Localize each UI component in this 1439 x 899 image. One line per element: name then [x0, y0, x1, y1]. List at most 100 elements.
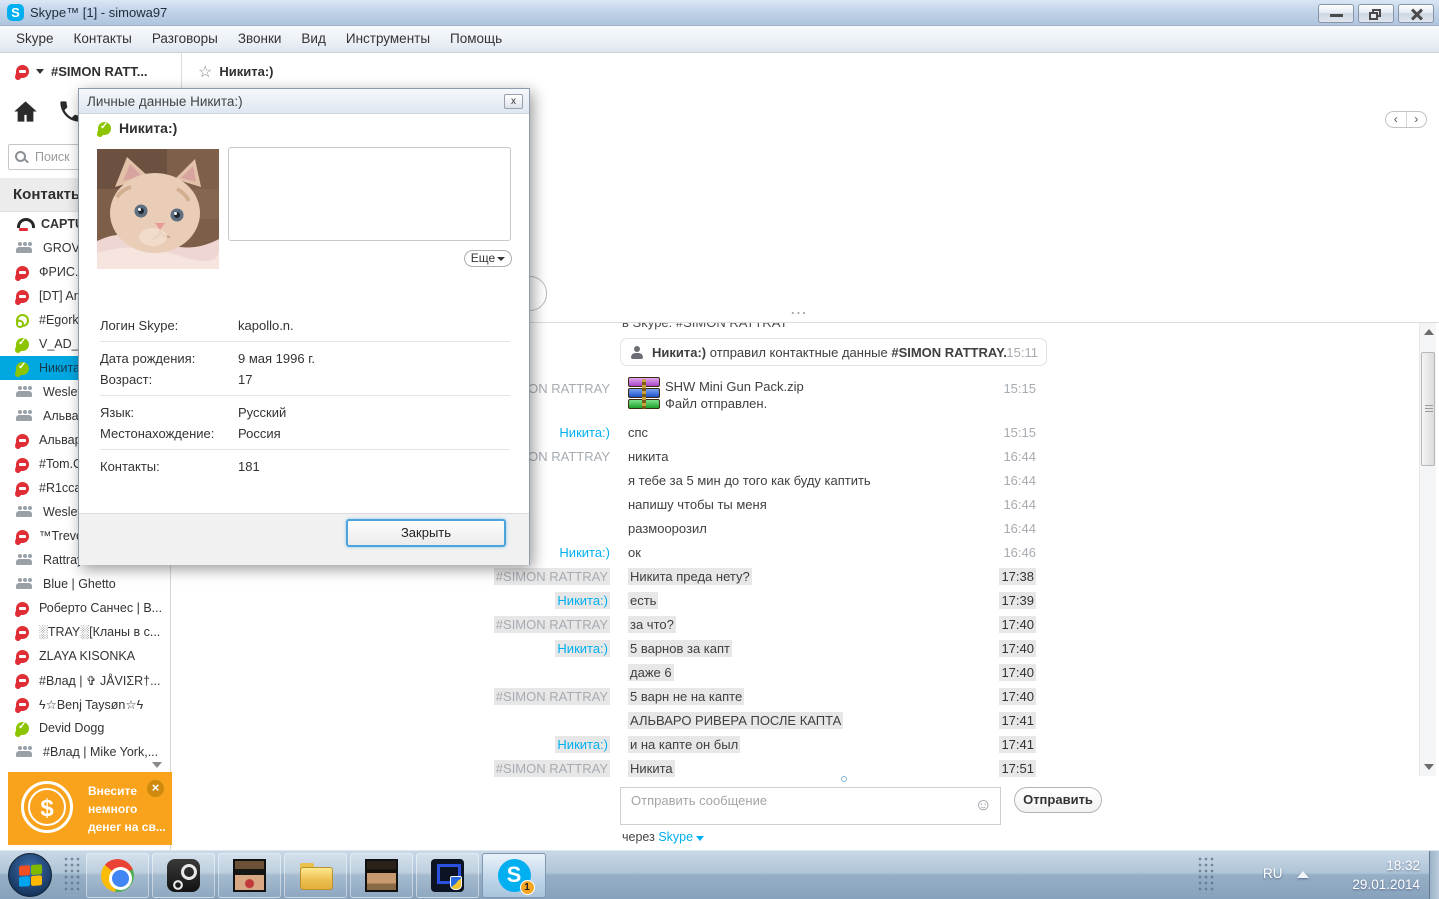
profile-fields: Логин Skype: kapollo.n. Дата рождения: 9 ма… — [100, 315, 510, 477]
taskbar-button-steam[interactable] — [152, 853, 215, 898]
emoticon-picker-icon[interactable]: ☺ — [975, 795, 992, 815]
message-text: я тебе за 5 мин до того как буду каптить — [628, 473, 871, 488]
message-text: есть — [628, 592, 659, 609]
field-value: 9 мая 1996 г. — [238, 351, 315, 366]
taskbar: S1 RU 18:32 29.01.2014 — [0, 850, 1439, 899]
contact-row[interactable]: ░TRAY░[Кланы в с... — [0, 620, 170, 644]
contact-name: #Влад | Mike York,... — [43, 745, 159, 759]
menu-item[interactable]: Вид — [291, 26, 335, 52]
scroll-down-icon[interactable] — [1424, 764, 1434, 770]
file-name[interactable]: SHW Mini Gun Pack.zip — [665, 379, 804, 394]
contact-row[interactable]: ✓ Devid Dogg — [0, 716, 170, 740]
chat-scrollbar[interactable] — [1419, 323, 1436, 776]
folder-icon — [299, 859, 333, 892]
contact-name: Никита — [39, 361, 80, 375]
contact-row[interactable]: ZLAYA KISONKA — [0, 644, 170, 668]
nav-forward-button[interactable]: › — [1407, 112, 1427, 127]
tab-conversation-1[interactable]: ☆ Никита:) — [182, 53, 289, 90]
message-time: 17:39 — [999, 592, 1036, 609]
offline-status-icon — [16, 313, 29, 327]
photo2-icon — [365, 859, 398, 892]
menu-item[interactable]: Контакты — [64, 26, 142, 52]
caret-down-icon[interactable] — [696, 836, 705, 841]
avatar — [97, 149, 219, 269]
field-label: Логин Skype: — [100, 318, 179, 333]
caret-down-icon — [36, 69, 44, 74]
via-skype-link[interactable]: Skype — [658, 830, 693, 844]
contact-row[interactable]: #Влад | ✞ JÅVIΣR†... — [0, 668, 170, 692]
mood-message-box[interactable] — [228, 147, 511, 241]
contact-name: ZLAYA KISONKA — [39, 649, 136, 663]
tab-conversation-0[interactable]: #SIMON RATT... — [0, 53, 182, 90]
more-button[interactable]: Еще — [464, 250, 512, 267]
contact-row[interactable]: ϟ☆Benj Taysøn☆ϟ — [0, 692, 170, 716]
skype-logo-icon: S — [7, 4, 24, 21]
message-sender: Никита:) — [555, 592, 610, 609]
scroll-thumb[interactable] — [1421, 352, 1435, 466]
home-button[interactable] — [12, 98, 39, 134]
minimize-button[interactable] — [1318, 4, 1354, 23]
nav-back-button[interactable]: ‹ — [1386, 112, 1407, 127]
file-status: Файл отправлен. — [665, 396, 768, 411]
message-time: 15:15 — [1003, 425, 1036, 440]
message-sender: #SIMON RATTRAY — [493, 568, 610, 585]
menu-item[interactable]: Помощь — [440, 26, 512, 52]
message-input-box[interactable]: ☺ — [620, 787, 1001, 825]
contact-row[interactable]: Blue | Ghetto — [0, 572, 170, 596]
show-desktop-button[interactable] — [1429, 851, 1439, 899]
start-button[interactable] — [8, 853, 52, 897]
field-label: Контакты: — [100, 459, 160, 474]
message-time: 17:40 — [999, 616, 1036, 633]
contacts-scroll-down-icon[interactable] — [152, 762, 162, 768]
message-time: 17:40 — [999, 688, 1036, 705]
send-button[interactable]: Отправить — [1014, 787, 1102, 813]
field-value: Русский — [238, 405, 287, 420]
taskbar-button-photo2[interactable] — [350, 853, 413, 898]
contact-name: ϟ☆Benj Taysøn☆ϟ — [39, 697, 144, 712]
taskbar-button-chrome[interactable] — [86, 853, 149, 898]
message-input[interactable] — [629, 792, 949, 809]
title-bar: S Skype™ [1] - simowa97 — [0, 0, 1439, 26]
history-divider-dots[interactable]: ... — [791, 302, 808, 317]
ad-close-icon[interactable]: × — [147, 780, 164, 797]
credit-ad-banner[interactable]: $ Внесите немного денег на св... × — [8, 772, 172, 845]
field-value: 17 — [238, 372, 253, 387]
message-time: 17:40 — [999, 640, 1036, 657]
show-hidden-icons-button[interactable] — [1297, 871, 1309, 878]
taskbar-button-skype[interactable]: S1 — [482, 853, 546, 898]
language-indicator[interactable]: RU — [1263, 866, 1283, 881]
contact-row[interactable]: #Влад | Mike York,... — [0, 740, 170, 764]
tab-label: Никита:) — [219, 64, 274, 79]
message-time: 16:44 — [1003, 473, 1036, 488]
skype-icon: S1 — [497, 859, 535, 895]
taskbar-button-folder[interactable] — [284, 853, 347, 898]
menu-item[interactable]: Разговоры — [142, 26, 228, 52]
dialog-close-icon[interactable]: x — [504, 94, 523, 109]
taskbar-clock[interactable]: 18:32 29.01.2014 — [1325, 856, 1420, 894]
taskbar-button-mta[interactable] — [416, 853, 479, 898]
group-contact-icon — [16, 241, 33, 255]
tray-time: 18:32 — [1386, 858, 1420, 873]
menu-item[interactable]: Инструменты — [336, 26, 440, 52]
close-button[interactable] — [1398, 4, 1434, 23]
dialog-close-button[interactable]: Закрыть — [346, 519, 506, 547]
taskbar-button-photo1[interactable] — [218, 853, 281, 898]
message-text: размоорозил — [628, 521, 707, 536]
field-label: Язык: — [100, 405, 134, 420]
contact-row[interactable]: Роберто Санчес | В... — [0, 596, 170, 620]
restore-button[interactable] — [1358, 4, 1394, 23]
via-skype-selector: через Skype — [622, 830, 705, 844]
scroll-up-icon[interactable] — [1424, 329, 1434, 335]
menu-item[interactable]: Skype — [6, 26, 64, 52]
dnd-status-icon — [16, 265, 29, 279]
group-contact-icon — [16, 577, 33, 591]
profile-field: Дата рождения: 9 мая 1996 г. — [100, 348, 510, 369]
message-sender: #SIMON RATTRAY — [493, 616, 610, 633]
dialog-footer: Закрыть — [79, 513, 529, 565]
message-row: Никита:) и на капте он был 17:41 — [171, 733, 1439, 757]
profile-field: Контакты: 181 — [100, 456, 510, 477]
dnd-status-icon — [16, 649, 29, 663]
group-contact-icon — [16, 745, 33, 759]
message-text: напишу чтобы ты меня — [628, 497, 767, 512]
menu-item[interactable]: Звонки — [228, 26, 292, 52]
